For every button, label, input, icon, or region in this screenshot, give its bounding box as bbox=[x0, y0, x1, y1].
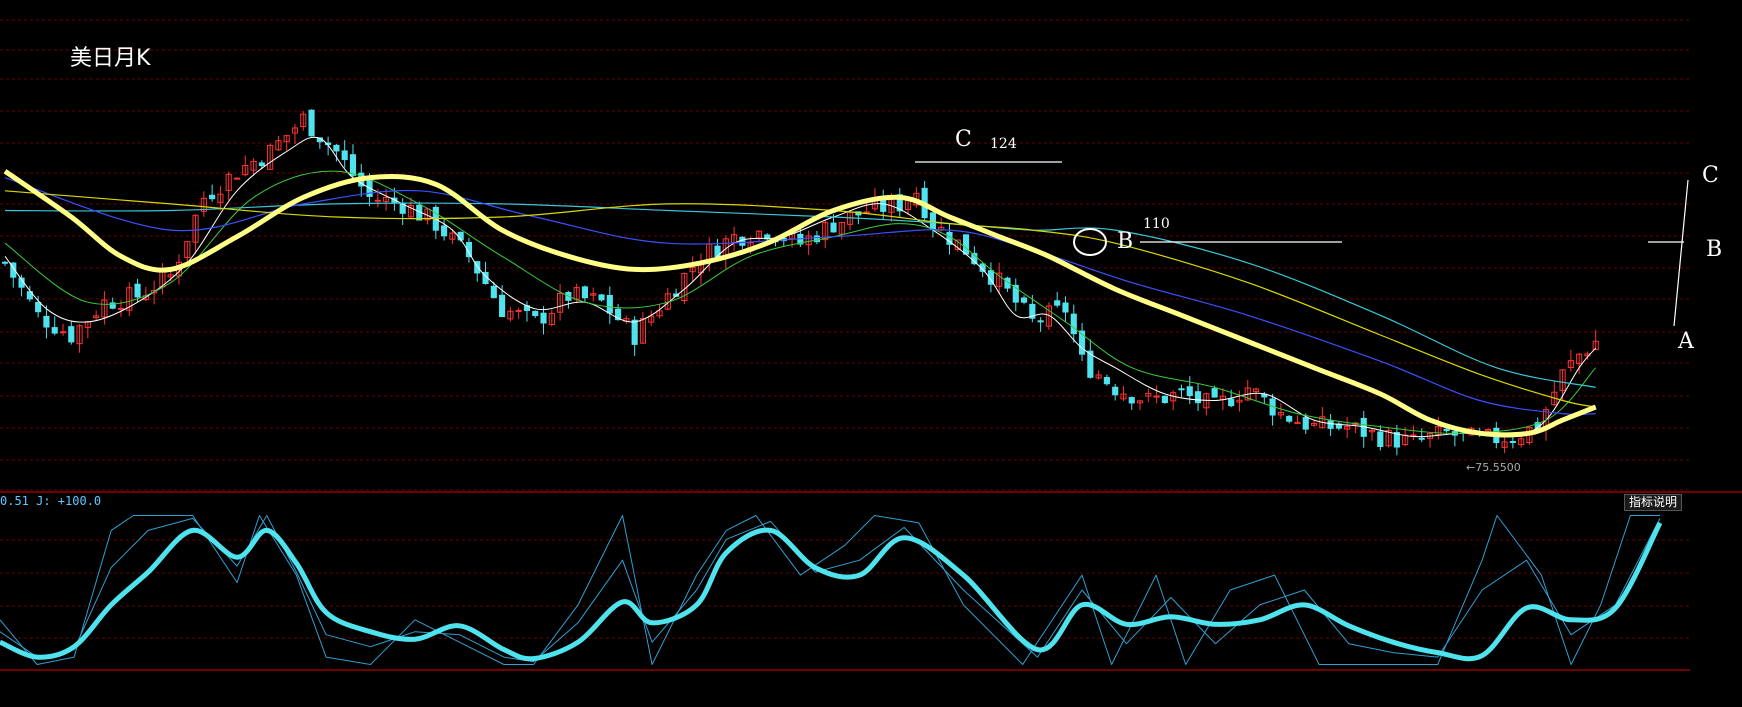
candle-body bbox=[117, 307, 125, 310]
candle-body bbox=[1377, 431, 1384, 447]
candle-body bbox=[258, 162, 265, 167]
candle-body bbox=[333, 144, 340, 152]
kline-stage: C 124 B 110 ←75.5500 C B A bbox=[0, 19, 1742, 671]
candle-body bbox=[1418, 437, 1425, 440]
grid-lines bbox=[0, 19, 1742, 671]
candle-body bbox=[1161, 395, 1168, 403]
c-wave-value: 124 bbox=[990, 136, 1017, 152]
candle-body bbox=[532, 310, 539, 317]
candle-body bbox=[813, 235, 820, 243]
candle-body bbox=[374, 199, 381, 202]
candle-body bbox=[1037, 320, 1044, 323]
chart-title: 美日月K bbox=[70, 46, 151, 71]
moving-average-line bbox=[4, 177, 1596, 416]
wave-annotations: C 124 B 110 ←75.5500 C B A bbox=[915, 127, 1722, 474]
candle-body bbox=[308, 109, 315, 137]
kdj-value-readout: 0.51 J: +100.0 bbox=[0, 494, 102, 508]
candle-body bbox=[1410, 434, 1417, 437]
candle-body bbox=[830, 222, 837, 233]
candle-body bbox=[1194, 391, 1202, 404]
b-wave-label: B bbox=[1117, 229, 1133, 254]
candle-body bbox=[540, 312, 547, 324]
indicator-help-button[interactable]: 指标说明 bbox=[1624, 494, 1683, 511]
b-point-circle bbox=[1073, 228, 1107, 256]
candle-body bbox=[606, 294, 613, 314]
candle-body bbox=[1228, 398, 1235, 407]
moving-average-line bbox=[4, 136, 1597, 438]
candle-body bbox=[598, 294, 605, 301]
candle-body bbox=[1128, 397, 1135, 404]
kdj-indicator-lines bbox=[0, 515, 1663, 665]
projection-line bbox=[1673, 179, 1689, 327]
candle-body bbox=[1020, 297, 1028, 303]
candle-body bbox=[1153, 395, 1160, 398]
candle-body bbox=[880, 199, 887, 212]
candle-body bbox=[962, 234, 970, 255]
candlestick-series bbox=[1, 109, 1599, 456]
c-wave-label: C bbox=[955, 127, 972, 152]
candle-body bbox=[1286, 415, 1293, 422]
candle-body bbox=[68, 326, 75, 343]
candle-body bbox=[134, 283, 141, 298]
candle-body bbox=[1062, 302, 1069, 313]
candle-body bbox=[1070, 313, 1077, 335]
candle-body bbox=[349, 154, 357, 176]
candle-body bbox=[209, 194, 216, 200]
candle-body bbox=[1211, 388, 1218, 398]
candle-body bbox=[515, 309, 522, 312]
kdj-line bbox=[0, 515, 1661, 663]
candle-body bbox=[1443, 428, 1450, 432]
candle-body bbox=[35, 301, 42, 313]
candle-body bbox=[739, 236, 746, 246]
moving-average-lines bbox=[3, 136, 1597, 438]
candle-body bbox=[1302, 417, 1309, 430]
candle-body bbox=[1327, 420, 1334, 429]
candle-body bbox=[457, 231, 464, 241]
candle-body bbox=[631, 319, 638, 345]
candle-body bbox=[1054, 300, 1061, 306]
candle-body bbox=[490, 285, 497, 299]
candle-body bbox=[59, 331, 67, 334]
candle-body bbox=[1178, 388, 1185, 391]
candle-body bbox=[51, 327, 58, 334]
b-wave-value: 110 bbox=[1143, 216, 1170, 232]
right-a-label: A bbox=[1677, 329, 1695, 354]
candle-body bbox=[441, 225, 448, 237]
candle-body bbox=[1509, 440, 1516, 443]
candle-body bbox=[1112, 386, 1119, 396]
candle-body bbox=[1, 261, 9, 264]
candle-body bbox=[43, 315, 50, 328]
candle-body bbox=[1103, 377, 1110, 385]
candle-body bbox=[341, 150, 348, 161]
right-b-label: B bbox=[1706, 237, 1722, 262]
candle-body bbox=[499, 294, 506, 318]
candle-body bbox=[581, 286, 589, 299]
candle-body bbox=[1186, 386, 1193, 397]
kdj-line bbox=[0, 515, 1660, 665]
low-price-label: ←75.5500 bbox=[1466, 461, 1521, 474]
right-c-label: C bbox=[1702, 163, 1719, 188]
